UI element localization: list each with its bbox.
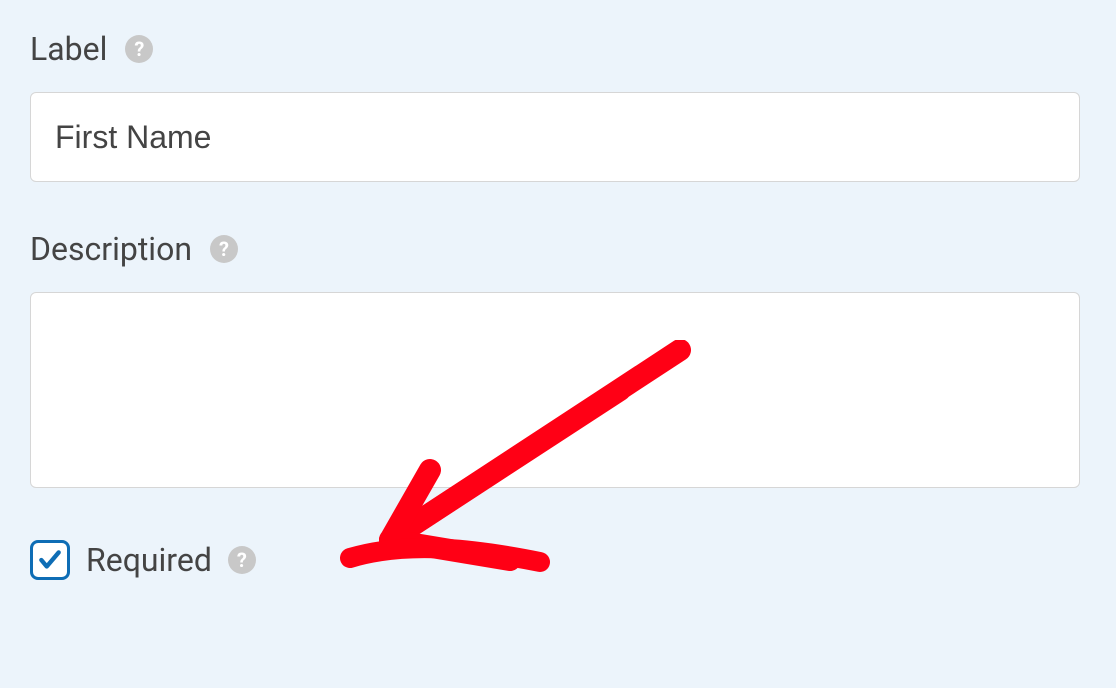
help-icon[interactable]: ?: [125, 35, 153, 63]
help-icon[interactable]: ?: [228, 546, 256, 574]
description-field-group: Description ?: [30, 230, 1086, 492]
description-row: Description ?: [30, 230, 1086, 268]
help-icon[interactable]: ?: [210, 235, 238, 263]
required-row: Required ?: [30, 540, 1086, 580]
description-field-label: Description: [30, 230, 192, 268]
label-field-group: Label ?: [30, 30, 1086, 182]
label-field-label: Label: [30, 30, 107, 68]
required-checkbox[interactable]: [30, 540, 70, 580]
description-input[interactable]: [30, 292, 1080, 488]
label-input[interactable]: [30, 92, 1080, 182]
required-label: Required: [86, 541, 212, 579]
label-row: Label ?: [30, 30, 1086, 68]
checkmark-icon: [37, 547, 63, 573]
